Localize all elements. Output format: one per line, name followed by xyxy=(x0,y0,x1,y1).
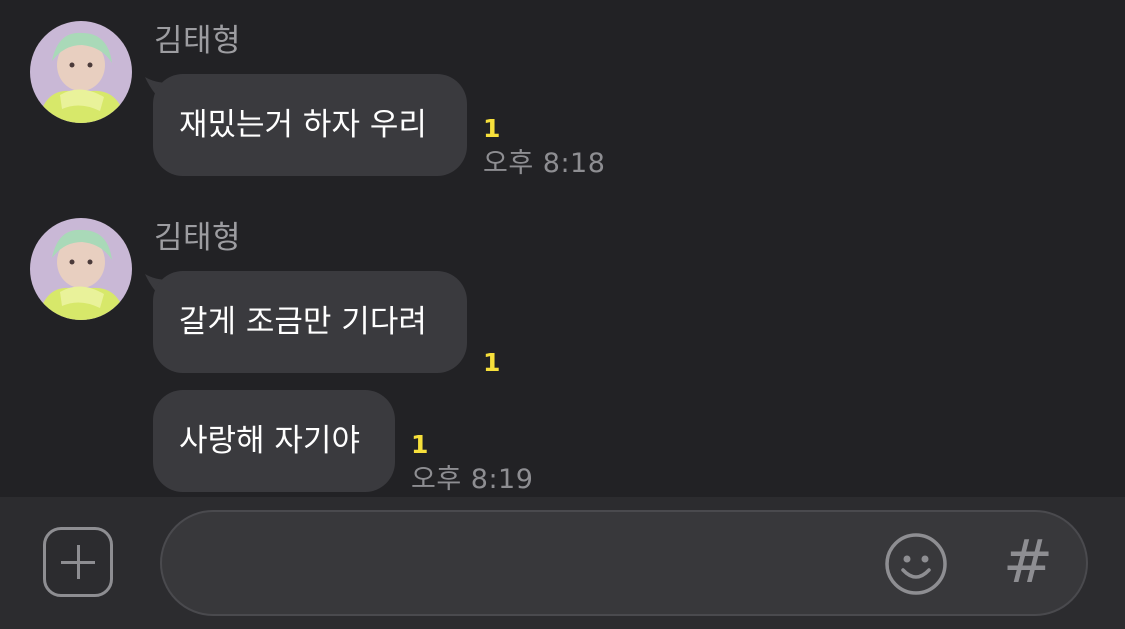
profile-photo xyxy=(30,218,132,320)
unread-count: 1 xyxy=(411,430,429,459)
message-input[interactable]: # xyxy=(160,510,1088,616)
profile-photo xyxy=(30,21,132,123)
message-bubble[interactable]: 사랑해 자기야 xyxy=(153,390,395,492)
unread-count: 1 xyxy=(483,348,501,377)
plus-icon[interactable] xyxy=(43,527,113,597)
unread-count: 1 xyxy=(483,114,501,143)
message-input-bar: # xyxy=(0,497,1125,629)
sender-name: 김태형 xyxy=(154,220,242,256)
message-time: 오후 8:19 xyxy=(411,464,534,495)
chat-area[interactable]: 김태형 재밌는거 하자 우리 1 오후 8:18 김태형 갈게 조금만 기다려 … xyxy=(0,0,1125,497)
message-text: 사랑해 자기야 xyxy=(179,423,360,459)
hashtag-button[interactable]: # xyxy=(998,524,1058,600)
avatar[interactable] xyxy=(30,21,132,123)
message-bubble[interactable]: 재밌는거 하자 우리 xyxy=(153,74,467,176)
avatar[interactable] xyxy=(30,218,132,320)
emoji-icon[interactable] xyxy=(884,532,948,596)
message-text: 갈게 조금만 기다려 xyxy=(179,304,427,340)
message-bubble[interactable]: 갈게 조금만 기다려 xyxy=(153,271,467,373)
message-text: 재밌는거 하자 우리 xyxy=(179,107,427,143)
message-time: 오후 8:18 xyxy=(483,148,606,179)
sender-name: 김태형 xyxy=(154,23,242,59)
